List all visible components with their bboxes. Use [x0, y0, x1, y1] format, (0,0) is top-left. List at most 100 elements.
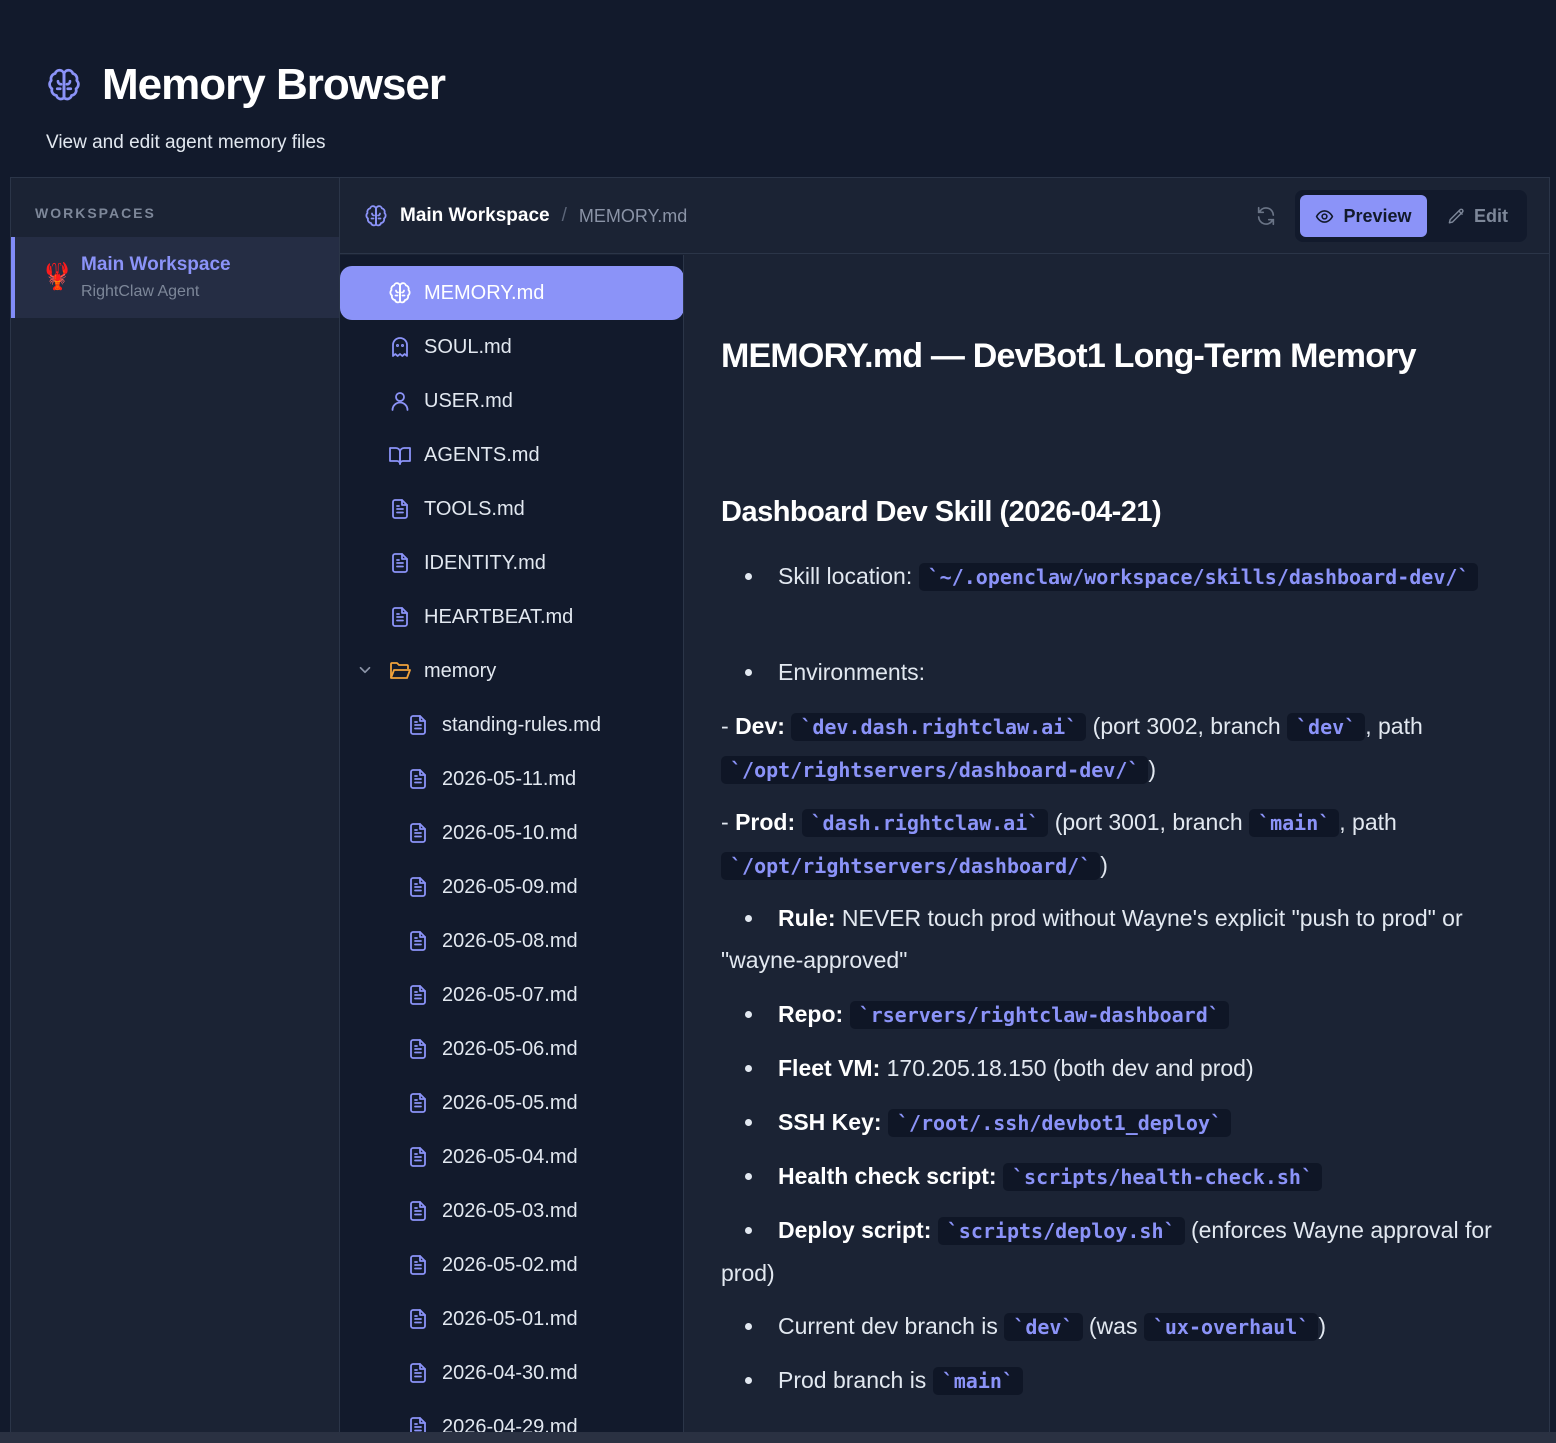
close-paren: )	[1318, 1313, 1327, 1339]
close-paren: )	[1148, 756, 1157, 782]
page-title: Memory Browser	[102, 60, 446, 109]
file-item-memory-file[interactable]: 2026-05-09.md	[340, 860, 683, 914]
workspaces-heading: WORKSPACES	[35, 205, 156, 221]
prod-path-text: , path	[1339, 809, 1397, 835]
file-item-memory-file[interactable]: 2026-05-03.md	[340, 1184, 683, 1238]
rule-label: Rule:	[778, 905, 836, 931]
prod-label: Prod:	[735, 809, 796, 835]
file-list: MEMORY.md SOUL.md USER.md AGENTS.md TOOL…	[340, 255, 684, 1432]
preview-label: Preview	[1343, 205, 1412, 226]
folder-memory[interactable]: memory	[340, 644, 683, 698]
folder-name: memory	[424, 660, 497, 682]
file-name: 2026-05-06.md	[442, 1038, 578, 1060]
file-icon	[410, 877, 426, 897]
view-mode-toggle: Preview Edit	[1295, 190, 1527, 242]
edit-button[interactable]: Edit	[1435, 195, 1520, 237]
file-icon	[410, 1147, 426, 1167]
file-item-tools[interactable]: TOOLS.md	[340, 482, 683, 536]
workspace-subtitle: RightClaw Agent	[81, 283, 200, 300]
file-icon	[410, 1363, 426, 1383]
breadcrumb-file: MEMORY.md	[578, 205, 688, 226]
sidebar-item-main-workspace[interactable]: 🦞 Main Workspace RightClaw Agent	[11, 237, 339, 318]
list-item: Environments:	[745, 651, 1511, 693]
prod-host-code: `dash.rightclaw.ai`	[801, 809, 1049, 837]
prod-branch-code: `main`	[932, 1367, 1023, 1395]
file-icon	[410, 823, 426, 843]
health-code: `scripts/health-check.sh`	[1002, 1163, 1323, 1191]
dev-branch-code: `dev`	[1287, 713, 1366, 741]
file-name: USER.md	[424, 390, 513, 412]
file-icon	[410, 1309, 426, 1329]
was-text: (was	[1088, 1313, 1138, 1339]
brain-icon	[389, 282, 411, 304]
dev-port-text: (port 3002, branch	[1092, 713, 1281, 739]
file-item-memory-file[interactable]: 2026-05-06.md	[340, 1022, 683, 1076]
list-item: SSH Key: `/root/.ssh/devbot1_deploy`	[745, 1101, 1511, 1144]
file-item-memory-file[interactable]: 2026-04-30.md	[340, 1346, 683, 1400]
list-item: Fleet VM: 170.205.18.150 (both dev and p…	[745, 1047, 1511, 1089]
refresh-icon[interactable]	[1255, 205, 1277, 227]
file-item-memory-file[interactable]: 2026-04-29.md	[340, 1400, 683, 1432]
skill-location-code: `~/.openclaw/workspace/skills/dashboard-…	[918, 563, 1479, 591]
file-icon	[410, 715, 426, 735]
file-name: 2026-05-09.md	[442, 876, 578, 898]
file-item-soul[interactable]: SOUL.md	[340, 320, 683, 374]
file-item-memory-file[interactable]: standing-rules.md	[340, 698, 683, 752]
dev-prefix: -	[721, 713, 736, 739]
file-icon	[410, 1039, 426, 1059]
file-icon	[410, 985, 426, 1005]
preview-button[interactable]: Preview	[1300, 195, 1427, 237]
file-icon	[410, 931, 426, 951]
book-icon	[389, 447, 411, 465]
file-icon	[410, 1201, 426, 1221]
prod-path-code: `/opt/rightservers/dashboard/`	[721, 852, 1101, 880]
list-item: Skill location: `~/.openclaw/workspace/s…	[745, 555, 1511, 598]
file-item-memory-file[interactable]: 2026-05-01.md	[340, 1292, 683, 1346]
prod-branch-code: `main`	[1249, 809, 1340, 837]
file-icon	[410, 1093, 426, 1113]
dev-label: Dev:	[735, 713, 785, 739]
deploy-code: `scripts/deploy.sh`	[937, 1217, 1185, 1245]
file-item-memory-file[interactable]: 2026-05-04.md	[340, 1130, 683, 1184]
toolbar: Main Workspace / MEMORY.md Preview Edit	[340, 178, 1549, 254]
file-icon	[392, 607, 408, 627]
dev-host-code: `dev.dash.rightclaw.ai`	[791, 713, 1087, 741]
file-item-agents[interactable]: AGENTS.md	[340, 428, 683, 482]
file-icon	[410, 1255, 426, 1275]
repo-code: `rservers/rightclaw-dashboard`	[849, 1001, 1229, 1029]
file-item-identity[interactable]: IDENTITY.md	[340, 536, 683, 590]
file-item-heartbeat[interactable]: HEARTBEAT.md	[340, 590, 683, 644]
chevron-down-icon[interactable]	[356, 661, 374, 679]
list-item: Health check script: `scripts/health-che…	[745, 1155, 1511, 1198]
file-item-user[interactable]: USER.md	[340, 374, 683, 428]
file-item-memory-file[interactable]: 2026-05-08.md	[340, 914, 683, 968]
horizontal-scrollbar[interactable]	[0, 1432, 1556, 1443]
file-item-memory-file[interactable]: 2026-05-10.md	[340, 806, 683, 860]
breadcrumb-workspace[interactable]: Main Workspace	[400, 205, 550, 227]
dev-path-code: `/opt/rightservers/dashboard-dev/`	[721, 756, 1149, 784]
brain-icon	[48, 68, 80, 101]
list-item: Current dev branch is `dev` (was `ux-ove…	[745, 1305, 1511, 1348]
main-panel: Main Workspace / MEMORY.md Preview Edit …	[340, 178, 1549, 1432]
file-name: SOUL.md	[424, 336, 512, 358]
file-item-memory-file[interactable]: 2026-05-05.md	[340, 1076, 683, 1130]
file-item-memory-file[interactable]: 2026-05-07.md	[340, 968, 683, 1022]
file-name: 2026-05-01.md	[442, 1308, 578, 1330]
prod-prefix: -	[721, 809, 736, 835]
file-name: 2026-05-07.md	[442, 984, 578, 1006]
markdown-preview: MEMORY.md — DevBot1 Long-Term Memory Das…	[684, 255, 1549, 1432]
brain-icon	[365, 205, 387, 227]
file-item-memory[interactable]: MEMORY.md	[340, 266, 683, 320]
dev-path-text: , path	[1365, 713, 1423, 739]
edit-label: Edit	[1474, 205, 1508, 226]
prod-port-text: (port 3001, branch	[1054, 809, 1243, 835]
doc-heading-1: MEMORY.md — DevBot1 Long-Term Memory	[721, 337, 1417, 375]
current-branch-code: `dev`	[1004, 1313, 1083, 1341]
doc-heading-2: Dashboard Dev Skill (2026-04-21)	[721, 496, 1162, 528]
file-item-memory-file[interactable]: 2026-05-11.md	[340, 752, 683, 806]
file-item-memory-file[interactable]: 2026-05-02.md	[340, 1238, 683, 1292]
file-name: HEARTBEAT.md	[424, 606, 574, 628]
breadcrumb-separator: /	[561, 205, 567, 226]
file-name: 2026-05-03.md	[442, 1200, 578, 1222]
list-item: Repo: `rservers/rightclaw-dashboard`	[745, 993, 1511, 1036]
